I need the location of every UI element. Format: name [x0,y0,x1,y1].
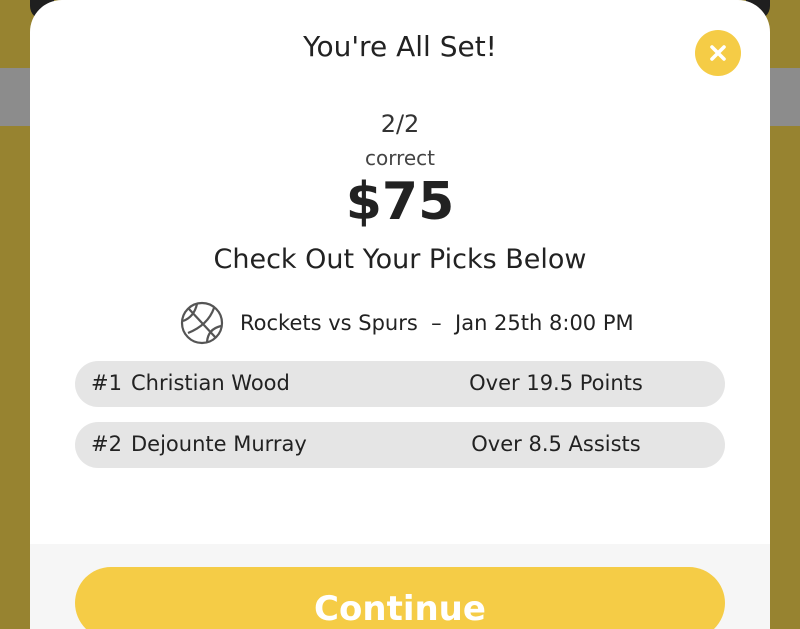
basketball-icon [180,301,224,345]
score-label: correct [364,146,436,170]
continue-button[interactable]: Continue [75,567,725,629]
pick-number: #1 [91,371,122,395]
close-icon [710,45,726,61]
results-modal: You're All Set! 2/2 correct $75 Check Ou… [30,0,770,629]
score-value: 2/2 [380,110,420,138]
pick-row: #2 Dejounte Murray Over 8.5 Assists [75,422,725,468]
picks-heading: Check Out Your Picks Below [213,244,587,275]
close-button[interactable] [695,30,741,76]
pick-number: #2 [91,432,122,456]
pick-line: Over 19.5 Points [469,371,643,395]
pick-player: Dejounte Murray [131,432,307,456]
modal-title: You're All Set! [303,30,497,63]
pick-player: Christian Wood [131,371,290,395]
game-label: Rockets vs Spurs – Jan 25th 8:00 PM [240,311,634,335]
pick-line: Over 8.5 Assists [471,432,641,456]
winnings-amount: $75 [345,172,455,232]
pick-row: #1 Christian Wood Over 19.5 Points [75,361,725,407]
game-info: Rockets vs Spurs – Jan 25th 8:00 PM [180,300,634,346]
